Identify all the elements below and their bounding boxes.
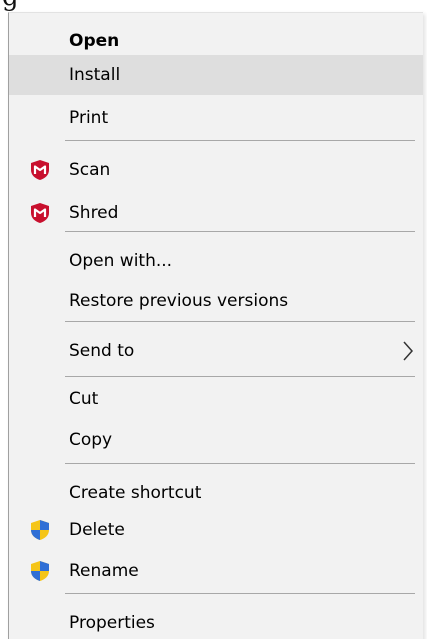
menu-item-shred-label: Shred [69,203,119,223]
menu-item-open-with-label: Open with... [69,251,173,271]
menu-item-copy[interactable]: Copy [9,420,423,460]
menu-item-rename-label: Rename [69,561,139,581]
mcafee-shield-icon [31,203,49,223]
context-menu: Open Install Print Scan Shred Open with.… [8,12,423,639]
menu-item-send-to-label: Send to [69,341,135,361]
menu-item-open-label: Open [69,31,120,51]
chevron-right-icon [403,341,414,361]
menu-item-delete[interactable]: Delete [9,510,423,550]
menu-item-scan-label: Scan [69,160,111,180]
menu-item-delete-label: Delete [69,520,125,540]
menu-item-rename[interactable]: Rename [9,551,423,591]
menu-item-restore-previous-versions[interactable]: Restore previous versions [9,281,423,321]
menu-item-create-shortcut[interactable]: Create shortcut [9,473,423,513]
menu-separator [65,321,415,322]
mcafee-shield-icon [31,160,49,180]
screen: g Open Install Print Scan Shred [0,0,427,639]
menu-item-install-label: Install [69,65,121,85]
menu-separator [65,463,415,464]
menu-item-create-shortcut-label: Create shortcut [69,483,202,503]
uac-shield-icon [31,520,49,540]
menu-item-open-with[interactable]: Open with... [9,241,423,281]
menu-separator [65,376,415,377]
uac-shield-icon [31,561,49,581]
menu-item-copy-label: Copy [69,430,113,450]
menu-item-install[interactable]: Install [9,55,423,95]
menu-item-properties-label: Properties [69,613,155,633]
menu-item-scan[interactable]: Scan [9,150,423,190]
menu-item-cut-label: Cut [69,389,99,409]
menu-item-restore-label: Restore previous versions [69,291,289,311]
menu-separator [65,140,415,141]
menu-separator [65,593,415,594]
menu-item-properties[interactable]: Properties [9,603,423,639]
menu-item-print-label: Print [69,108,109,128]
menu-item-print[interactable]: Print [9,98,423,138]
menu-item-send-to[interactable]: Send to [9,331,423,371]
menu-item-cut[interactable]: Cut [9,379,423,419]
menu-item-shred[interactable]: Shred [9,193,423,233]
menu-separator [65,231,415,232]
background-partial-text: g [2,0,19,12]
